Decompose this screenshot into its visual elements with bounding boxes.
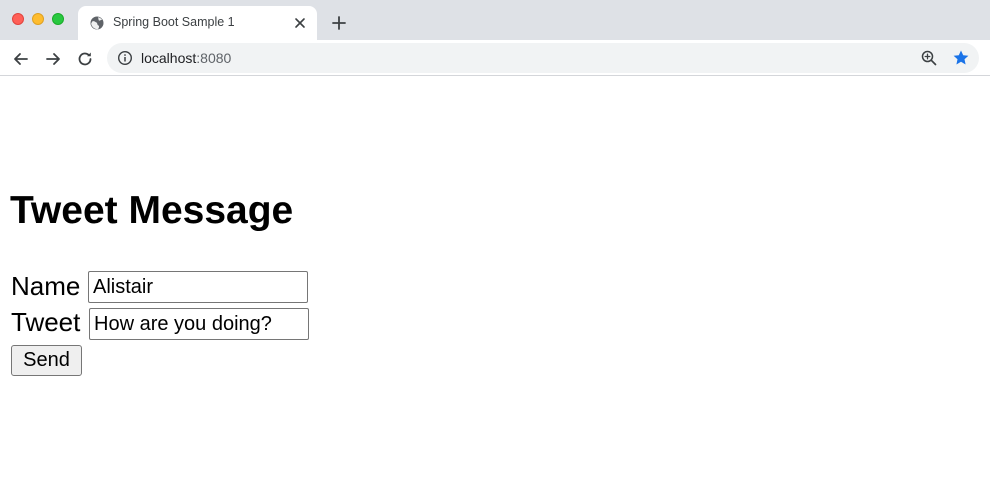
url-host: localhost <box>141 50 197 66</box>
url-port: :8080 <box>196 50 232 66</box>
close-icon <box>295 18 305 28</box>
star-icon[interactable] <box>952 49 970 67</box>
plus-icon <box>332 16 346 30</box>
window-close-button[interactable] <box>12 13 24 25</box>
tweet-input[interactable] <box>89 308 309 340</box>
info-icon[interactable] <box>117 50 133 66</box>
browser-toolbar: localhost:8080 <box>0 40 990 76</box>
arrow-left-icon <box>14 53 28 65</box>
window-minimize-button[interactable] <box>32 13 44 25</box>
name-input[interactable] <box>88 271 308 303</box>
zoom-in-icon[interactable] <box>920 49 938 67</box>
url-text[interactable]: localhost:8080 <box>141 50 231 66</box>
close-tab-button[interactable] <box>291 14 309 32</box>
address-bar[interactable]: localhost:8080 <box>107 43 979 73</box>
arrow-right-icon <box>46 53 60 65</box>
new-tab-button[interactable] <box>328 12 350 34</box>
tab-active[interactable]: Spring Boot Sample 1 <box>78 6 317 40</box>
back-button[interactable] <box>9 47 33 71</box>
globe-icon <box>90 16 104 30</box>
page-title: Tweet Message <box>10 189 294 232</box>
send-button[interactable]: Send <box>11 345 82 376</box>
reload-icon <box>78 52 92 66</box>
tweet-label: Tweet <box>11 307 81 337</box>
reload-button[interactable] <box>73 47 97 71</box>
tab-title: Spring Boot Sample 1 <box>113 15 235 29</box>
window-controls <box>12 13 64 25</box>
forward-button[interactable] <box>41 47 65 71</box>
window-zoom-button[interactable] <box>52 13 64 25</box>
tab-strip: Spring Boot Sample 1 <box>0 0 990 40</box>
name-label: Name <box>11 271 81 301</box>
